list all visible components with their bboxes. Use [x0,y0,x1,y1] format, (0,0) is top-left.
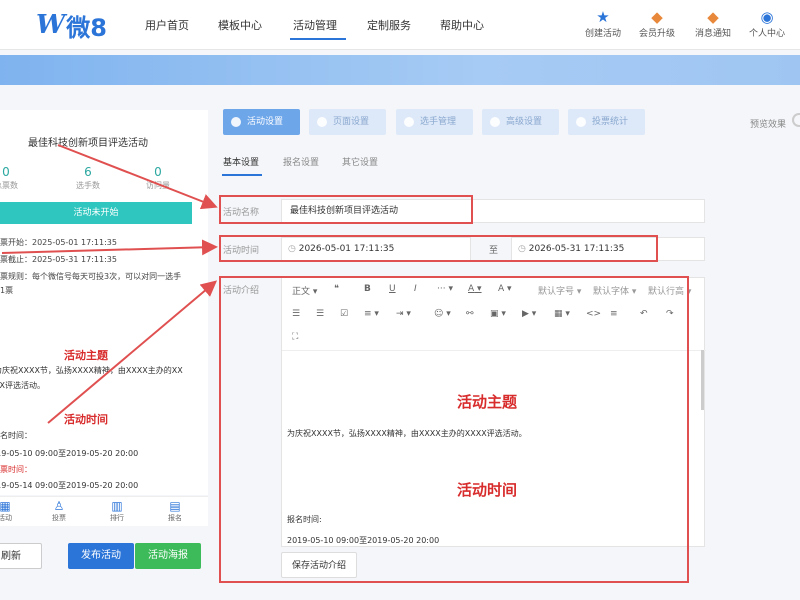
preview-tab-ranking-label: 排行 [110,514,124,522]
logo-mark: W [36,10,66,40]
preview-tab-activity-label: 活动 [0,514,12,522]
preview-tab-ranking[interactable]: ▥ 排行 [102,499,132,523]
step-advanced-settings[interactable]: 高级设置 [482,109,559,135]
mobile-preview: 最佳科技创新项目评选活动 0 总票数 6 选手数 0 访问量 活动未开始 投票开… [0,110,208,495]
vote-start-text: 投票开始：2025-05-01 17:11:35 [0,238,117,247]
subtab-other-settings[interactable]: 其它设置 [342,155,378,168]
preview-theme-text-1: 为庆祝XXXX节，弘扬XXXX精神，由XXXX主办的XX [0,366,183,375]
preview-tab-register-label: 报名 [168,514,182,522]
editor-scrollbar[interactable] [701,350,704,410]
nav-templates[interactable]: 模板中心 [218,17,262,33]
preview-reg-time: 2019-05-10 09:00至2019-05-20 20:00 [0,449,139,458]
vote-end-text: 投票截止：2025-05-31 17:11:35 [0,255,117,264]
vote-rule-text-2: 投1票 [0,286,14,295]
stat-visits-value: 0 [154,165,162,179]
poster-button[interactable]: 活动海报 [135,543,201,569]
stat-visits: 0 访问量 [138,165,178,191]
profile-label: 个人中心 [748,29,785,39]
preview-title: 最佳科技创新项目评选活动 [28,138,148,149]
preview-vote-time: 2019-05-14 09:00至2019-05-20 20:00 [0,481,139,490]
top-bar: W 微8 用户首页 模板中心 活动管理 定制服务 帮助中心 ★ 创建活动 ◆ 会… [0,0,800,50]
diamond-icon: ◆ [651,8,663,26]
form-icon: ▤ [169,499,181,513]
stats-icon [576,116,586,127]
settings-icon [231,116,241,127]
publish-button[interactable]: 发布活动 [68,543,134,569]
nav-custom-service[interactable]: 定制服务 [367,17,411,33]
bar-chart-icon: ▥ [111,499,123,513]
step-contestant-management-label: 选手管理 [420,117,457,127]
stat-visits-label: 访问量 [146,181,170,190]
preview-vote-label: 投票时间： [0,465,32,474]
notifications-label: 消息通知 [694,29,731,39]
create-activity-button[interactable]: ★ 创建活动 [580,8,626,39]
refresh-button[interactable]: 刷新 [0,543,42,569]
stat-total-votes: 0 总票数 [0,165,26,191]
logo-text: 微8 [66,13,107,42]
person-icon: ♙ [53,499,65,513]
annotation-box-intro [219,276,689,583]
preview-theme-text-2: XX评选活动。 [0,381,45,390]
page-icon [317,116,327,127]
create-activity-label: 创建活动 [584,29,621,39]
preview-theme-heading: 活动主题 [64,349,108,362]
stat-contestants: 6 选手数 [68,165,108,191]
people-icon [404,116,414,127]
star-icon: ★ [596,8,610,26]
subtab-active-underline [222,174,262,176]
annotation-box-name [219,195,473,224]
nav-home[interactable]: 用户首页 [145,17,189,33]
preview-effect-label: 预览效果 [750,120,787,130]
logo[interactable]: W 微8 [36,8,107,42]
banner [0,55,800,85]
step-activity-settings[interactable]: 活动设置 [223,109,300,135]
profile-button[interactable]: ◉ 个人中心 [744,8,790,39]
subtab-basic-settings[interactable]: 基本设置 [223,155,259,168]
nav-help[interactable]: 帮助中心 [440,17,484,33]
preview-tab-register[interactable]: ▤ 报名 [160,499,190,523]
bell-icon: ◆ [707,8,719,26]
stat-contestants-label: 选手数 [76,181,100,190]
stat-total-votes-value: 0 [2,165,10,179]
preview-tab-vote[interactable]: ♙ 投票 [44,499,74,523]
annotation-box-time [219,235,658,262]
preview-reg-label: 报名时间： [0,431,32,440]
nav-active-underline [290,38,346,40]
preview-tab-bar: ▦ 活动 ♙ 投票 ▥ 排行 ▤ 报名 [0,496,208,526]
member-upgrade-button[interactable]: ◆ 会员升级 [634,8,680,39]
preview-tab-vote-label: 投票 [52,514,66,522]
stat-contestants-value: 6 [84,165,92,179]
step-vote-statistics-label: 投票统计 [592,117,629,127]
vote-rule-text: 投票规则：每个微信号每天可投3次，可以对同一选手 [0,272,182,281]
step-vote-statistics[interactable]: 投票统计 [568,109,645,135]
gear-icon [490,116,500,127]
subtab-registration-settings[interactable]: 报名设置 [283,155,319,168]
notifications-button[interactable]: ◆ 消息通知 [690,8,736,39]
step-page-settings[interactable]: 页面设置 [309,109,386,135]
step-advanced-settings-label: 高级设置 [506,117,543,127]
preview-tab-activity[interactable]: ▦ 活动 [0,499,20,523]
preview-toggle[interactable] [792,113,800,127]
step-activity-settings-label: 活动设置 [247,117,284,127]
user-icon: ◉ [760,8,774,26]
nav-activity-management[interactable]: 活动管理 [293,17,337,33]
preview-time-heading: 活动时间 [64,413,108,426]
step-contestant-management[interactable]: 选手管理 [396,109,473,135]
step-page-settings-label: 页面设置 [333,117,370,127]
activity-status-badge: 活动未开始 [0,202,192,224]
grid-icon: ▦ [0,499,11,513]
stat-total-votes-label: 总票数 [0,181,18,190]
member-upgrade-label: 会员升级 [638,29,675,39]
